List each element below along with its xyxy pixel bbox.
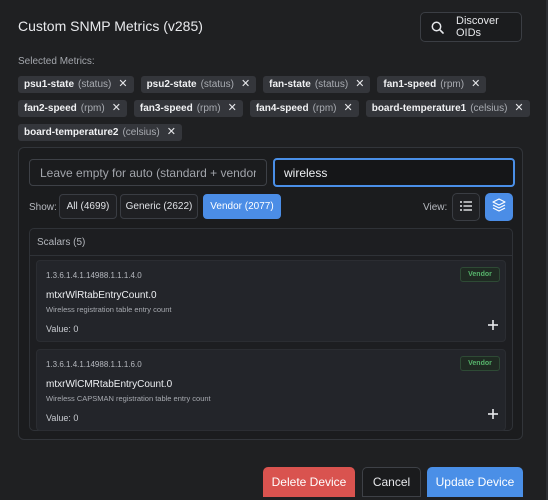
metric-chip: board-temperature2 (celsius) ✕: [18, 124, 182, 141]
list-view-button[interactable]: [452, 193, 480, 221]
card-view-button[interactable]: [485, 193, 513, 221]
metric-chip: board-temperature1 (celsius) ✕: [365, 100, 530, 117]
chip-unit: (rpm): [440, 79, 465, 90]
metric-chip: fan4-speed (rpm) ✕: [249, 100, 359, 117]
oid-value: Value: 0: [46, 413, 79, 423]
chip-name: fan4-speed: [255, 103, 309, 114]
layers-icon: [492, 197, 506, 217]
vendor-badge: Vendor: [460, 267, 500, 282]
oid-browser-panel: Show: All (4699) Generic (2622) Vendor (…: [18, 147, 523, 440]
chip-unit: (status): [78, 79, 112, 90]
search-icon: [431, 21, 444, 34]
chip-name: fan2-speed: [24, 103, 77, 114]
remove-chip-icon[interactable]: ✕: [355, 79, 364, 90]
remove-chip-icon[interactable]: ✕: [471, 79, 480, 90]
chip-name: fan3-speed: [139, 103, 193, 114]
delete-device-button[interactable]: Delete Device: [263, 467, 355, 497]
remove-chip-icon[interactable]: ✕: [228, 103, 237, 114]
oid-description: Wireless registration table entry count: [46, 305, 172, 314]
chip-unit: (rpm): [312, 103, 337, 114]
chip-name: board-temperature1: [371, 103, 467, 114]
list-icon: [460, 198, 472, 216]
chip-unit: (celsius): [470, 103, 508, 114]
selected-metrics-label: Selected Metrics:: [18, 56, 95, 67]
remove-chip-icon[interactable]: ✕: [344, 103, 353, 114]
filter-all-button[interactable]: All (4699): [59, 194, 117, 219]
divider: [30, 255, 512, 256]
metric-chip: fan-state (status) ✕: [263, 76, 371, 93]
add-metric-icon[interactable]: [488, 318, 498, 332]
chip-unit: (status): [314, 79, 349, 90]
vendor-badge: Vendor: [460, 356, 500, 371]
metric-chip: fan3-speed (rpm) ✕: [133, 100, 243, 117]
oid-prefix-input[interactable]: [29, 159, 267, 186]
cancel-button[interactable]: Cancel: [362, 467, 421, 497]
chip-name: board-temperature2: [24, 127, 119, 138]
scalars-section: Scalars (5) 1.3.6.1.4.1.14988.1.1.1.4.0 …: [29, 228, 513, 431]
oid-number: 1.3.6.1.4.1.14988.1.1.1.4.0: [46, 271, 142, 280]
selected-metrics-chips: psu1-state (status) ✕ psu2-state (status) ✕ …: [18, 76, 530, 141]
metric-chip: psu1-state (status) ✕: [18, 76, 134, 93]
oid-entry[interactable]: 1.3.6.1.4.1.14988.1.1.1.4.0 Vendor mtxrW…: [36, 260, 506, 342]
remove-chip-icon[interactable]: ✕: [241, 79, 250, 90]
chip-unit: (celsius): [122, 127, 160, 138]
discover-oids-button[interactable]: Discover OIDs: [420, 12, 522, 42]
chip-unit: (status): [200, 79, 234, 90]
add-metric-icon[interactable]: [488, 407, 498, 421]
filter-generic-button[interactable]: Generic (2622): [120, 194, 198, 219]
metric-chip: fan2-speed (rpm) ✕: [18, 100, 127, 117]
oid-entry[interactable]: 1.3.6.1.4.1.14988.1.1.1.6.0 Vendor mtxrW…: [36, 349, 506, 431]
metric-chip: fan1-speed (rpm) ✕: [377, 76, 487, 93]
chip-unit: (rpm): [196, 103, 221, 114]
update-device-button[interactable]: Update Device: [427, 467, 523, 497]
chip-name: fan1-speed: [383, 79, 437, 90]
remove-chip-icon[interactable]: ✕: [514, 103, 523, 114]
chip-name: fan-state: [269, 79, 311, 90]
chip-name: psu2-state: [146, 79, 197, 90]
oid-name: mtxrWlCMRtabEntryCount.0: [46, 379, 173, 390]
discover-oids-label: Discover OIDs: [456, 15, 499, 39]
remove-chip-icon[interactable]: ✕: [167, 127, 176, 138]
oid-search-input[interactable]: [273, 158, 515, 187]
oid-value: Value: 0: [46, 324, 79, 334]
filter-vendor-button[interactable]: Vendor (2077): [203, 194, 281, 219]
oid-name: mtxrWlRtabEntryCount.0: [46, 290, 157, 301]
view-label: View:: [423, 202, 448, 213]
show-label: Show:: [29, 202, 57, 213]
dialog-title: Custom SNMP Metrics (v285): [18, 18, 203, 34]
chip-name: psu1-state: [24, 79, 75, 90]
metric-chip: psu2-state (status) ✕: [140, 76, 257, 93]
dialog-header: Custom SNMP Metrics (v285) Discover OIDs: [0, 0, 548, 50]
oid-number: 1.3.6.1.4.1.14988.1.1.1.6.0: [46, 360, 142, 369]
scalars-title: Scalars (5): [37, 237, 86, 248]
oid-description: Wireless CAPSMAN registration table entr…: [46, 394, 211, 403]
remove-chip-icon[interactable]: ✕: [112, 103, 121, 114]
remove-chip-icon[interactable]: ✕: [118, 79, 127, 90]
chip-unit: (rpm): [80, 103, 105, 114]
